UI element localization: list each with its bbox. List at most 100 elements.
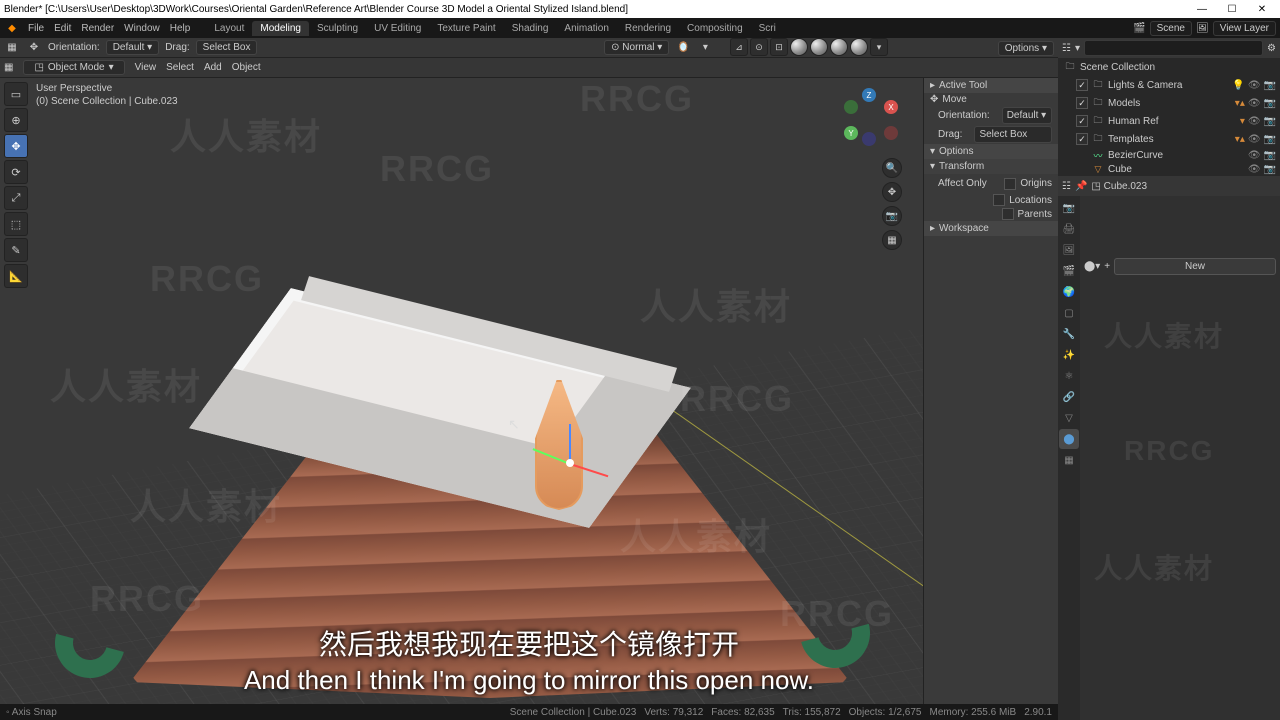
options-header[interactable]: ▾ Options	[924, 144, 1058, 159]
shading-solid-icon[interactable]	[810, 38, 828, 56]
prop-modifier-icon[interactable]: 🔧	[1059, 324, 1079, 344]
eye-icon[interactable]: 👁	[1248, 116, 1261, 127]
gizmo-toggle-icon[interactable]: ⊿	[730, 38, 748, 56]
collection-enable-check[interactable]	[1076, 97, 1088, 109]
properties-editor-icon[interactable]: ☷	[1062, 181, 1071, 192]
gizmo-z-axis[interactable]	[569, 424, 571, 464]
eye-icon[interactable]: 👁	[1248, 164, 1261, 175]
tab-scripting[interactable]: Scri	[751, 21, 784, 36]
menu-file[interactable]: File	[28, 23, 44, 34]
nav-pan-icon[interactable]: ✥	[882, 182, 902, 202]
tab-uv[interactable]: UV Editing	[366, 21, 429, 36]
prop-world-icon[interactable]: 🌍	[1059, 282, 1079, 302]
move-gizmo[interactable]	[555, 448, 585, 478]
prop-texture-icon[interactable]: ▦	[1059, 450, 1079, 470]
prop-material-icon[interactable]: ⬤	[1059, 429, 1079, 449]
collection-enable-check[interactable]	[1076, 133, 1088, 145]
prop-mesh-icon[interactable]: ▽	[1059, 408, 1079, 428]
viewlayer-field[interactable]: View Layer	[1213, 21, 1276, 36]
options-dropdown[interactable]: Options ▾	[998, 41, 1054, 56]
nav-nx-icon[interactable]	[884, 126, 898, 140]
render-icon[interactable]: 📷	[1264, 150, 1276, 161]
tab-animation[interactable]: Animation	[556, 21, 616, 36]
prop-constraint-icon[interactable]: 🔗	[1059, 387, 1079, 407]
tab-layout[interactable]: Layout	[206, 21, 252, 36]
collection-enable-check[interactable]	[1076, 115, 1088, 127]
scene-field[interactable]: Scene	[1150, 21, 1192, 36]
overlays-toggle-icon[interactable]: ⊙	[750, 38, 768, 56]
outliner-editor-icon[interactable]: ☷	[1062, 43, 1071, 54]
shading-dropdown-icon[interactable]: ▾	[870, 38, 888, 56]
outliner-item-bezier[interactable]: 〰BezierCurve👁 📷	[1058, 148, 1280, 163]
nav-zoom-icon[interactable]: 🔍	[882, 158, 902, 178]
outliner[interactable]: 🗀Scene Collection 🗀Lights & Camera💡 👁 📷 …	[1058, 58, 1280, 176]
editor-icon[interactable]: ▦	[4, 62, 13, 73]
render-icon[interactable]: 📷	[1264, 164, 1276, 175]
tool-cursor[interactable]: ⊕	[4, 108, 28, 132]
menu-window[interactable]: Window	[124, 23, 160, 34]
workspace-header[interactable]: ▸ Workspace	[924, 221, 1058, 236]
nav-x-icon[interactable]: X	[884, 100, 898, 114]
menu-add[interactable]: Add	[204, 62, 222, 73]
outliner-display-icon[interactable]: ▾	[1075, 43, 1080, 54]
gizmo-origin[interactable]	[566, 459, 574, 467]
shading-wire-icon[interactable]	[790, 38, 808, 56]
close-button[interactable]: ✕	[1248, 1, 1276, 17]
prop-viewlayer-icon[interactable]: 🖼	[1059, 240, 1079, 260]
xray-toggle-icon[interactable]: ⊡	[770, 38, 788, 56]
affect-origins-check[interactable]	[1004, 178, 1016, 190]
render-icon[interactable]: 📷	[1264, 116, 1276, 127]
nav-nz-icon[interactable]	[862, 132, 876, 146]
prop-output-icon[interactable]: 🖨	[1059, 219, 1079, 239]
outliner-item-models[interactable]: 🗀Models▾▴ 👁 📷	[1058, 94, 1280, 112]
pin-icon[interactable]: 📌	[1075, 181, 1087, 192]
add-slot-button[interactable]: +	[1104, 261, 1110, 272]
viewlayer-icon[interactable]: 🖼	[1196, 23, 1209, 34]
prop-particles-icon[interactable]: ✨	[1059, 345, 1079, 365]
minimize-button[interactable]: —	[1188, 1, 1216, 17]
tool-scale[interactable]: ⤢	[4, 186, 28, 210]
maximize-button[interactable]: ☐	[1218, 1, 1246, 17]
shading-normal-select[interactable]: ⊙ Normal ▾	[604, 40, 669, 55]
blender-logo-icon[interactable]: ◆	[4, 20, 20, 36]
menu-edit[interactable]: Edit	[54, 23, 71, 34]
orientation-select[interactable]: Default ▾	[106, 40, 160, 55]
nav-camera-icon[interactable]: 📷	[882, 206, 902, 226]
nav-z-icon[interactable]: Z	[862, 88, 876, 102]
material-slot-icon[interactable]: ⬤▾	[1084, 261, 1100, 272]
mirror-x-icon[interactable]: 🪞	[675, 40, 691, 56]
tab-sculpting[interactable]: Sculpting	[309, 21, 366, 36]
mode-select[interactable]: ◳ Object Mode ▾	[23, 60, 124, 75]
shading-render-icon[interactable]	[850, 38, 868, 56]
outliner-item-humanref[interactable]: 🗀Human Ref▾ 👁 📷	[1058, 112, 1280, 130]
eye-icon[interactable]: 👁	[1248, 150, 1261, 161]
move-gizmo-icon[interactable]: ✥	[26, 40, 42, 56]
prop-physics-icon[interactable]: ⚛	[1059, 366, 1079, 386]
menu-view[interactable]: View	[135, 62, 157, 73]
prop-object-icon[interactable]: ▢	[1059, 303, 1079, 323]
tab-modeling[interactable]: Modeling	[252, 21, 309, 36]
tool-measure[interactable]: 📐	[4, 264, 28, 288]
outliner-item-lights[interactable]: 🗀Lights & Camera💡 👁 📷	[1058, 76, 1280, 94]
prop-scene-icon[interactable]: 🎬	[1059, 261, 1079, 281]
eye-icon[interactable]: 👁	[1248, 134, 1261, 145]
nav-grid-icon[interactable]: ▦	[882, 230, 902, 250]
outliner-item-cube[interactable]: ▽Cube👁 📷	[1058, 163, 1280, 176]
drag-select[interactable]: Select Box	[196, 40, 258, 55]
new-material-button[interactable]: New	[1114, 258, 1276, 275]
menu-help[interactable]: Help	[170, 23, 191, 34]
nav-ny-icon[interactable]	[844, 100, 858, 114]
np-orient-select[interactable]: Default ▾	[1002, 107, 1052, 124]
np-drag-select[interactable]: Select Box	[974, 126, 1052, 143]
outliner-item-templates[interactable]: 🗀Templates▾▴ 👁 📷	[1058, 130, 1280, 148]
tab-texpaint[interactable]: Texture Paint	[429, 21, 503, 36]
tab-rendering[interactable]: Rendering	[617, 21, 679, 36]
tab-shading[interactable]: Shading	[504, 21, 557, 36]
scene-icon[interactable]: 🎬	[1133, 23, 1145, 34]
menu-select[interactable]: Select	[166, 62, 194, 73]
prop-render-icon[interactable]: 📷	[1059, 198, 1079, 218]
tab-compositing[interactable]: Compositing	[679, 21, 751, 36]
mirror-y-icon[interactable]: ▾	[697, 40, 713, 56]
eye-icon[interactable]: 👁	[1248, 80, 1261, 91]
tool-transform[interactable]: ⬚	[4, 212, 28, 236]
